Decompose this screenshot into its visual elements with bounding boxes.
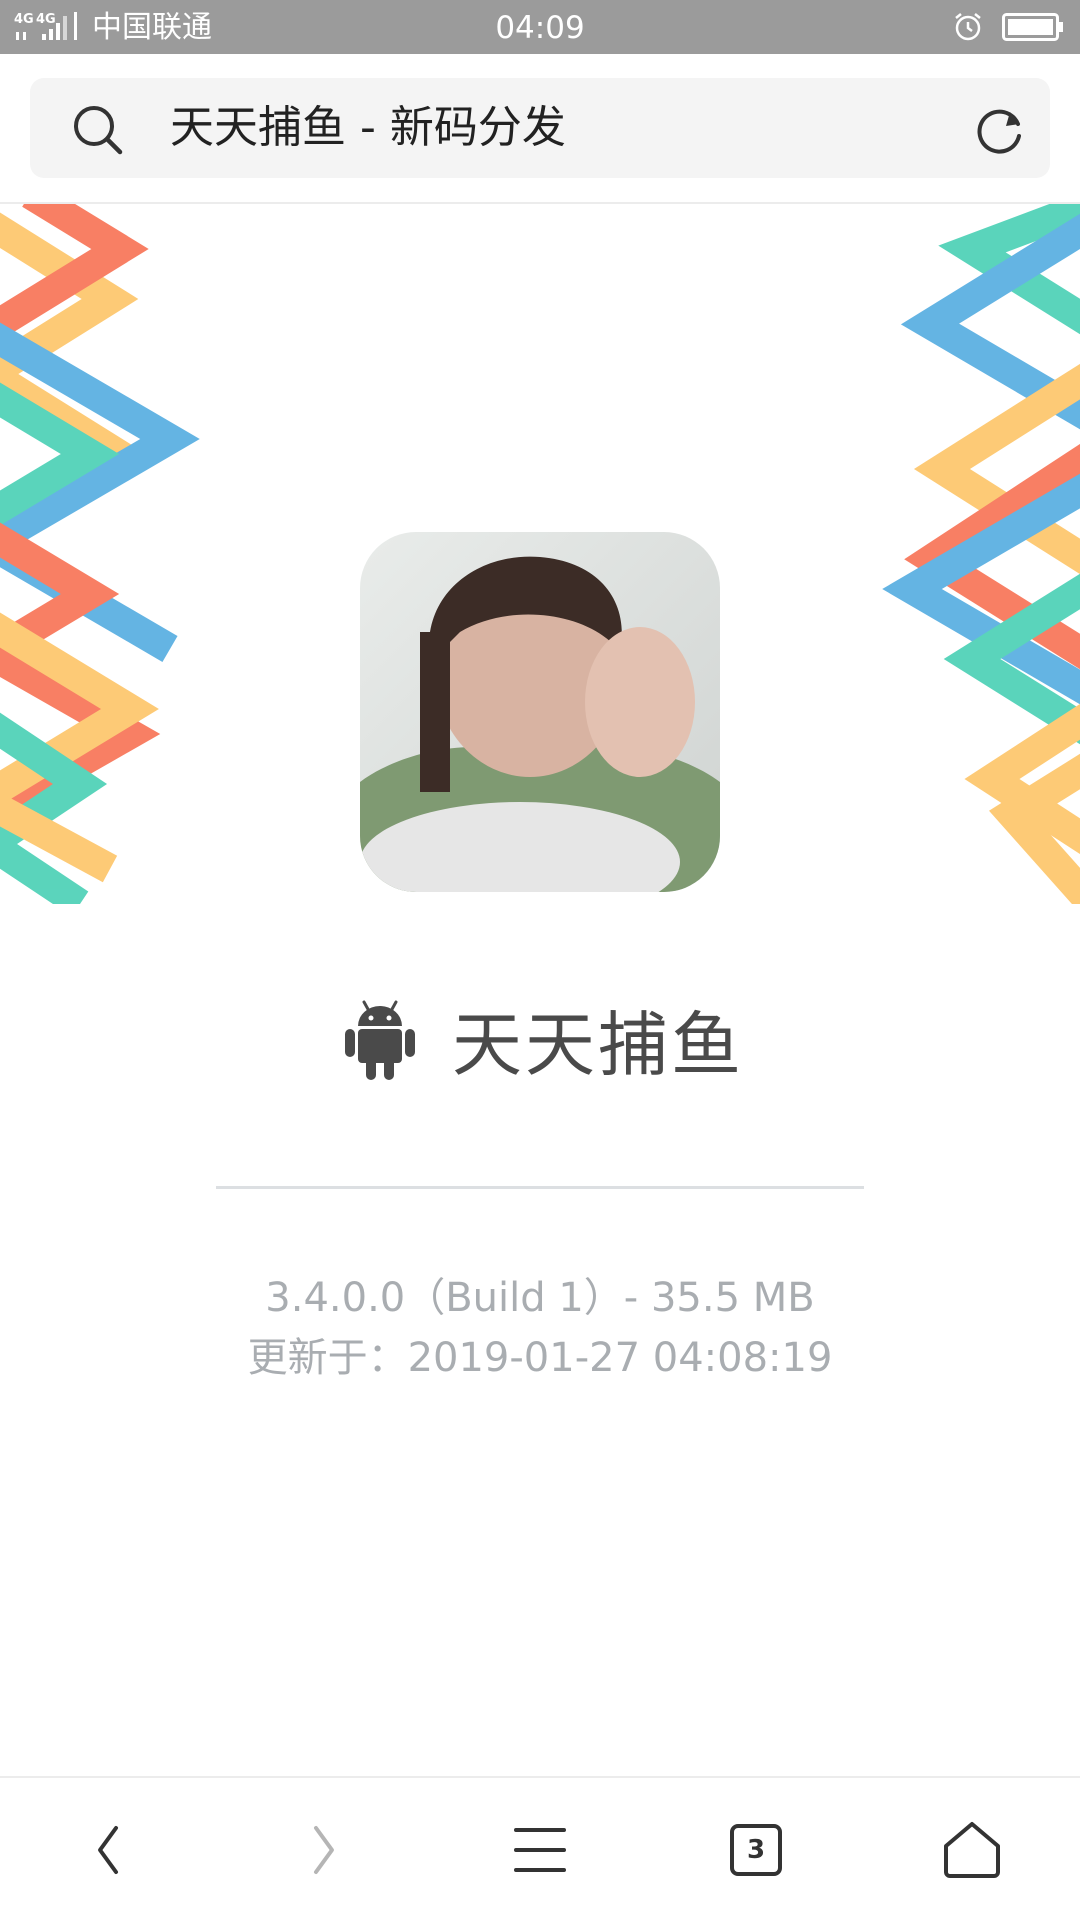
app-title-row: 天天捕鱼 [0,990,1080,1100]
decorative-pattern-right [882,192,1080,914]
forward-button[interactable] [216,1778,432,1922]
back-button[interactable] [0,1778,216,1922]
divider [216,1186,864,1189]
battery-icon [1002,13,1064,45]
home-button[interactable] [864,1778,1080,1922]
status-time: 04:09 [495,10,585,46]
bottom-toolbar: 3 [0,1776,1080,1922]
address-bar[interactable]: 天天捕鱼 - 新码分发 [30,78,1050,178]
app-name: 天天捕鱼 [452,1004,744,1086]
tabs-icon: 3 [730,1824,782,1876]
menu-icon [514,1828,566,1872]
tabs-button[interactable]: 3 [648,1778,864,1922]
search-icon[interactable] [70,102,126,162]
alarm-icon [952,11,984,47]
menu-button[interactable] [432,1778,648,1922]
refresh-icon[interactable] [972,102,1028,162]
update-time: 更新于：2019-01-27 04:08:19 [247,1335,833,1381]
back-icon [98,1826,118,1874]
home-icon [944,1822,1000,1878]
decorative-pattern-left [0,181,200,917]
forward-icon [314,1826,334,1874]
app-icon-image [360,532,720,892]
status-bar: 4G 4G 中国联通 04:09 [0,0,1080,54]
browser-header: 天天捕鱼 - 新码分发 [0,54,1080,204]
page-title[interactable]: 天天捕鱼 - 新码分发 [170,100,566,156]
version-info: 3.4.0.0（Build 1）- 35.5 MB [265,1275,815,1321]
android-icon [344,998,416,1086]
